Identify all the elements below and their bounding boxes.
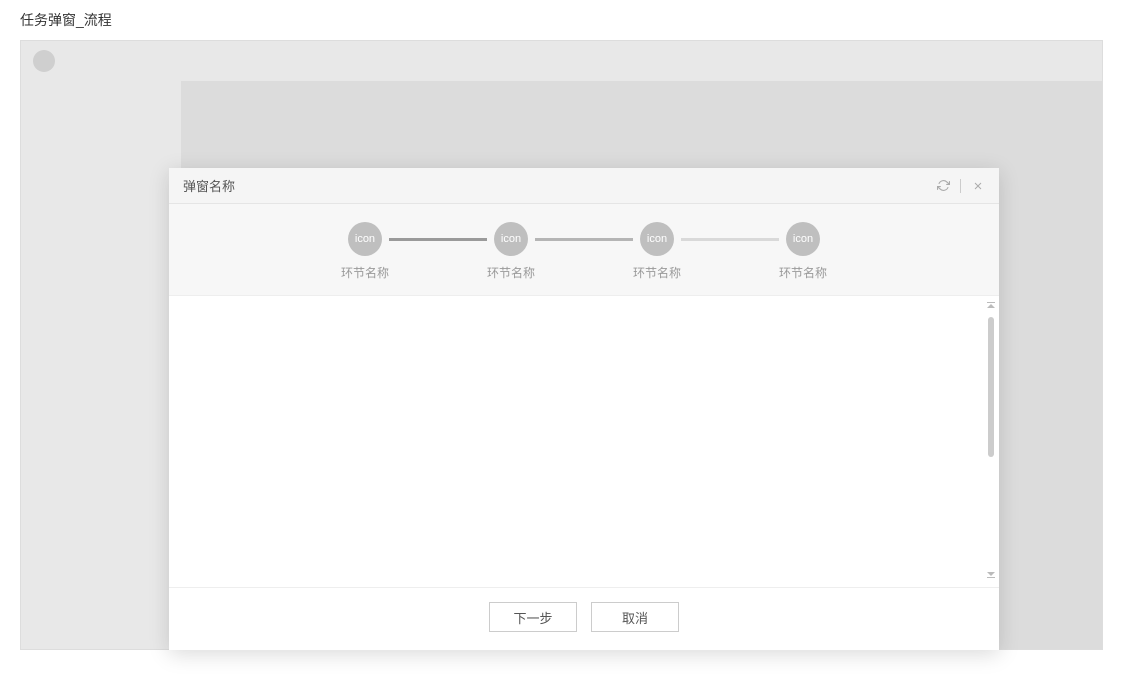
steps-area: icon 环节名称 icon 环节名称 icon 环节名称 icon 环节名称 <box>169 204 999 296</box>
step-connector <box>681 238 779 241</box>
step-label: 环节名称 <box>487 264 535 281</box>
step-label: 环节名称 <box>779 264 827 281</box>
scrollbar[interactable] <box>987 302 995 581</box>
step-icon: icon <box>786 222 820 256</box>
step-connector <box>389 238 487 241</box>
modal-body <box>169 296 999 588</box>
refresh-icon[interactable] <box>936 179 950 193</box>
scroll-down-icon[interactable] <box>986 570 996 581</box>
step-icon: icon <box>494 222 528 256</box>
step-icon: icon <box>348 222 382 256</box>
modal-footer: 下一步 取消 <box>169 588 999 650</box>
step-connector <box>535 238 633 241</box>
steps-row: icon 环节名称 icon 环节名称 icon 环节名称 icon 环节名称 <box>169 222 999 281</box>
task-modal: 弹窗名称 ico <box>169 168 999 650</box>
app-frame: 弹窗名称 ico <box>20 40 1103 650</box>
step-icon: icon <box>640 222 674 256</box>
topbar <box>21 41 1102 81</box>
step-2[interactable]: icon 环节名称 <box>487 222 535 281</box>
modal-title: 弹窗名称 <box>183 176 235 195</box>
step-label: 环节名称 <box>341 264 389 281</box>
modal-header: 弹窗名称 <box>169 168 999 204</box>
next-button[interactable]: 下一步 <box>489 602 577 632</box>
close-icon[interactable] <box>971 179 985 193</box>
header-divider <box>960 179 961 193</box>
step-1[interactable]: icon 环节名称 <box>341 222 389 281</box>
modal-header-actions <box>936 179 985 193</box>
sidebar <box>21 81 181 649</box>
cancel-button[interactable]: 取消 <box>591 602 679 632</box>
page-title: 任务弹窗_流程 <box>0 0 1123 40</box>
avatar <box>33 50 55 72</box>
scroll-thumb[interactable] <box>988 317 994 457</box>
step-3[interactable]: icon 环节名称 <box>633 222 681 281</box>
step-4[interactable]: icon 环节名称 <box>779 222 827 281</box>
scroll-up-icon[interactable] <box>986 302 996 313</box>
step-label: 环节名称 <box>633 264 681 281</box>
